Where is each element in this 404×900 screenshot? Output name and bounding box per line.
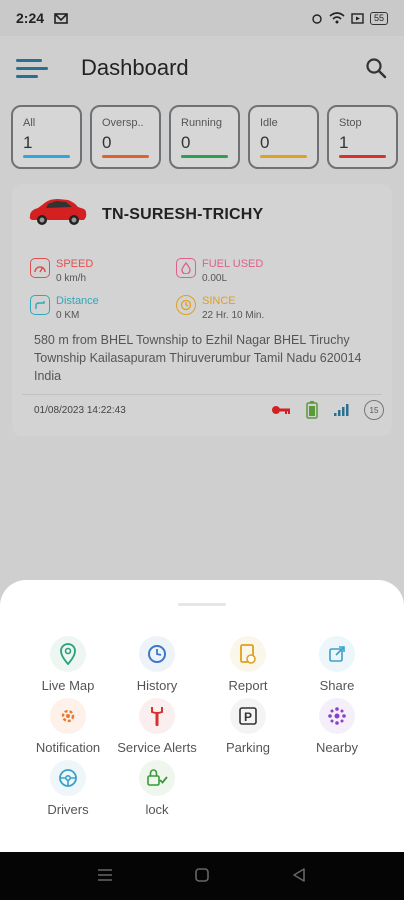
clock-icon [176,295,196,315]
sheet-drag-handle[interactable] [178,603,226,606]
action-notification[interactable]: Notification [20,698,116,755]
action-drivers[interactable]: Drivers [20,760,116,817]
tile-indicator [260,155,307,158]
satellite-count-badge: 15 [364,400,384,420]
distance-metric: Distance 0 KM [30,295,99,321]
app-header: Dashboard [0,36,404,100]
card-divider [22,394,382,395]
action-share[interactable]: Share [289,636,385,693]
tile-stop[interactable]: Stop 1 [327,105,398,169]
ignition-key-icon [272,406,290,414]
last-update-time: 01/08/2023 14:22:43 [34,405,126,416]
distance-label: Distance [56,295,99,307]
svg-text:P: P [244,710,252,724]
share-icon [319,636,355,672]
screen-record-icon [351,12,364,24]
action-parking[interactable]: P Parking [200,698,296,755]
tile-label: Stop [339,117,362,129]
action-label: lock [145,802,169,817]
report-icon [230,636,266,672]
home-icon[interactable] [193,866,211,884]
wifi-icon [329,12,345,24]
action-label: Drivers [47,802,89,817]
tile-indicator [339,155,386,158]
tile-indicator [102,155,149,158]
tile-count: 0 [260,133,270,152]
action-label: Parking [225,740,271,755]
vehicle-address: 580 m from BHEL Township to Ezhil Nagar … [34,333,362,383]
action-report[interactable]: Report [200,636,296,693]
action-label: Live Map [41,678,95,693]
mail-icon [54,12,68,24]
signal-icon [334,404,349,416]
speed-metric: SPEED 0 km/h [30,258,93,284]
battery-icon [306,401,318,419]
action-bottom-sheet: Live Map History Report Share Notificati… [0,580,404,852]
since-label: SINCE [202,295,236,307]
satellite-count: 15 [369,405,379,415]
vehicle-card[interactable]: TN-SURESH-TRICHY SPEED 0 km/h FUEL USED … [12,184,392,436]
tile-label: Oversp.. [102,117,144,129]
battery-indicator: 55 [369,11,388,25]
nearby-icon [319,698,355,734]
tile-label: Running [181,117,222,129]
tile-indicator [181,155,228,158]
clock-icon [139,636,175,672]
action-label: Service Alerts [117,740,197,755]
action-label: Report [228,678,268,693]
parking-icon: P [230,698,266,734]
fuel-drop-icon [176,258,196,278]
action-lock[interactable]: lock [109,760,205,817]
action-label: Share [319,678,355,693]
tile-label: All [23,117,36,129]
tile-count: 1 [23,133,33,152]
vehicle-plate: TN-SURESH-TRICHY [102,206,264,223]
tile-all[interactable]: All 1 [11,105,82,169]
system-navigation-bar [0,852,404,900]
tile-overspeed[interactable]: Oversp.. 0 [90,105,161,169]
gear-icon [50,698,86,734]
tile-label: Idle [260,117,278,129]
search-icon[interactable] [364,56,388,80]
speedometer-icon [30,258,50,278]
action-service-alerts[interactable]: Service Alerts [109,698,205,755]
fuel-label: FUEL USED [202,258,264,270]
recent-apps-icon[interactable] [96,866,114,884]
tile-running[interactable]: Running 0 [169,105,240,169]
map-pin-icon [50,636,86,672]
fuel-metric: FUEL USED 0.00L [176,258,263,284]
tile-count: 0 [181,133,191,152]
page-title: Dashboard [81,55,189,80]
since-metric: SINCE 22 Hr. 10 Min. [176,295,264,321]
tile-idle[interactable]: Idle 0 [248,105,319,169]
action-label: Nearby [316,740,358,755]
action-live-map[interactable]: Live Map [20,636,116,693]
lock-icon [139,760,175,796]
route-icon [30,295,50,315]
tile-count: 0 [102,133,112,152]
distance-value: 0 KM [56,310,80,321]
steering-icon [50,760,86,796]
menu-button[interactable] [16,56,48,80]
vehicle-status-icons: 15 [271,400,384,420]
fuel-value: 0.00L [202,273,228,284]
status-bar: 2:24 55 [0,0,404,36]
action-history[interactable]: History [109,636,205,693]
back-icon[interactable] [290,866,308,884]
action-nearby[interactable]: Nearby [289,698,385,755]
tile-count: 1 [339,133,349,152]
alarm-icon [312,14,322,24]
status-filter-tiles: All 1 Oversp.. 0 Running 0 Idle 0 Stop 1 [11,105,404,169]
car-icon [29,199,87,225]
action-label: Notification [35,740,101,755]
speed-value: 0 km/h [56,273,87,284]
action-label: History [136,678,178,693]
speed-label: SPEED [56,258,94,270]
status-time: 2:24 [16,10,45,26]
tile-indicator [23,155,70,158]
since-value: 22 Hr. 10 Min. [202,310,265,321]
wrench-icon [139,698,175,734]
